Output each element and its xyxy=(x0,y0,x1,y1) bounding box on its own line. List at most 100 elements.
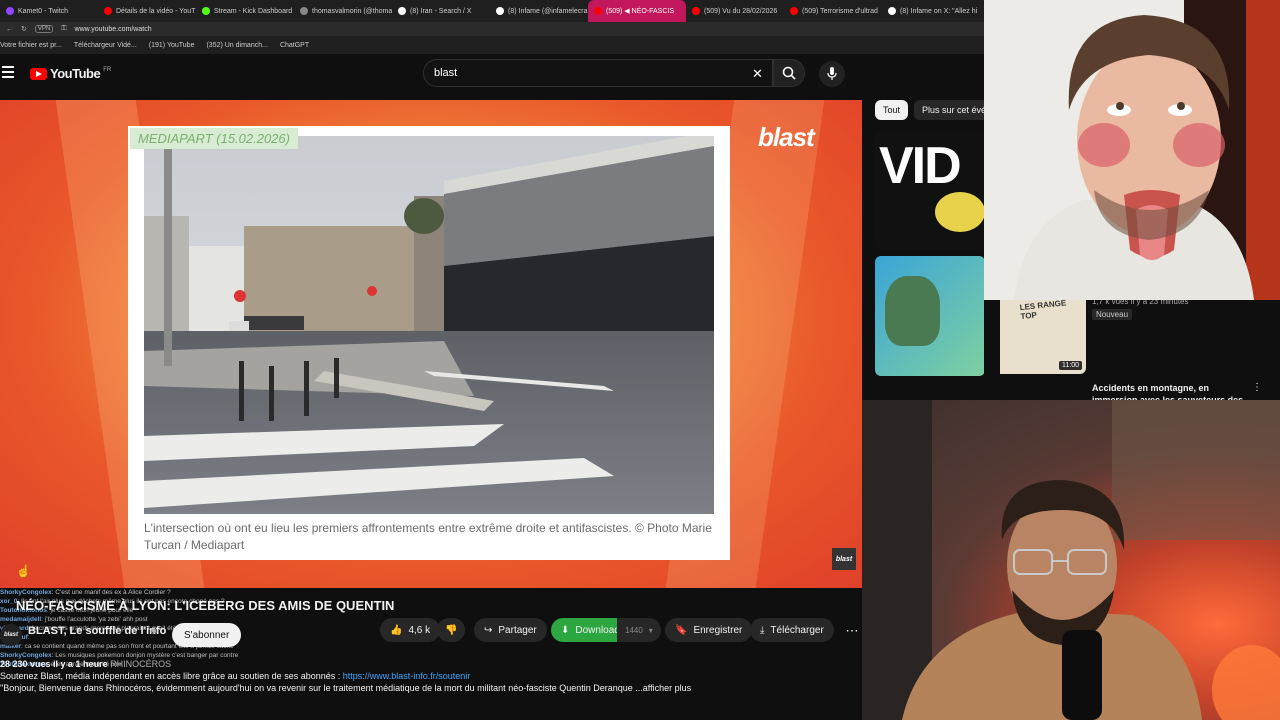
thumbnail-overlay-card: LES RANGE TOP 11:00 xyxy=(1000,296,1086,374)
youtube-logo[interactable]: YouTube FR xyxy=(30,66,111,81)
share-icon: ↪ xyxy=(484,624,493,636)
verified-icon: ◉ xyxy=(150,625,158,635)
search-icon xyxy=(782,66,796,80)
region-code: FR xyxy=(103,66,112,73)
reload-icon[interactable]: ↻ xyxy=(21,25,27,33)
download-arrow-icon: ⤓ xyxy=(760,624,765,636)
street-photo-illustration xyxy=(144,136,714,514)
bookmark-item[interactable]: Votre fichier est pr... xyxy=(0,42,62,49)
youtube-header: YouTube FR blast ✕ xyxy=(0,54,984,98)
back-icon[interactable]: ← xyxy=(6,26,13,33)
thumbs-up-icon: 👍 xyxy=(390,624,403,636)
download-video-button[interactable]: ⤓ Télécharger xyxy=(750,618,834,642)
channel-watermark[interactable]: blast xyxy=(832,548,856,570)
tab-favicon-icon xyxy=(104,7,112,15)
tab-label: (509) ◀ NÉO-FASCIS xyxy=(606,8,675,15)
dislike-button[interactable]: 👎 xyxy=(437,618,466,642)
telecharger-label: Télécharger xyxy=(770,624,824,636)
webcam-top xyxy=(984,0,1280,300)
channel-name[interactable]: BLAST, Le souffle de l'info xyxy=(28,625,166,637)
tab-favicon-icon xyxy=(692,7,700,15)
thumbnail-text: VID xyxy=(879,137,962,195)
tab-favicon-icon xyxy=(496,7,504,15)
browser-tab[interactable]: Kamet0 - Twitch xyxy=(0,0,98,22)
share-button[interactable]: ↪ Partager xyxy=(474,618,547,642)
lock-icon: ⚿ xyxy=(61,25,67,32)
browser-tab[interactable]: (509) Vu du 28/02/2026 xyxy=(686,0,784,22)
browser-address-bar[interactable]: ← ↻ VPN ⚿ www.youtube.com/watch xyxy=(0,22,984,36)
browser-tab[interactable]: (509) ◀ NÉO-FASCIS xyxy=(588,0,686,22)
recommendation-details: LES RANGE TOP 11:00 1,7 k vues il y a 23… xyxy=(1000,296,1280,405)
streamer-desk-illustration xyxy=(862,400,1280,720)
chat-username: xor_0 xyxy=(0,598,18,605)
chip-all[interactable]: Tout xyxy=(875,100,909,120)
bookmark-item[interactable]: Téléchargeur Vidé... xyxy=(74,42,137,49)
more-actions-button[interactable]: ⋯ xyxy=(841,620,863,642)
recommendation-thumbnail[interactable] xyxy=(875,256,984,376)
browser-tab-bar: Kamet0 - Twitch Détails de la vidéo - You… xyxy=(0,0,984,22)
download-icon: ⬇ xyxy=(561,624,570,636)
more-vert-icon[interactable]: ⋮ xyxy=(1252,382,1262,393)
like-count: 4,6 k xyxy=(408,624,431,636)
support-link[interactable]: https://www.blast-info.fr/soutenir xyxy=(343,671,471,681)
browser-tab[interactable]: Stream - Kick Dashboard xyxy=(196,0,294,22)
search-input[interactable]: blast xyxy=(434,67,457,79)
browser-tab[interactable]: Détails de la vidéo - YouT xyxy=(98,0,196,22)
bookmark-item[interactable]: ChatGPT xyxy=(280,42,309,49)
like-button[interactable]: 👍 4,6 k xyxy=(380,618,441,642)
save-label: Enregistrer xyxy=(693,624,743,636)
download-count-dropdown[interactable]: 1440 ▾ xyxy=(617,618,661,642)
video-description[interactable]: 28 230 vues il y a 1 heure RHINOCÉROS So… xyxy=(0,658,862,694)
close-icon[interactable]: ✕ xyxy=(752,66,763,82)
browser-tab[interactable]: (8) Infame (@infamelecra xyxy=(490,0,588,22)
thumbnail-graphic xyxy=(935,192,984,232)
bookmarks-bar: Votre fichier est pr... Téléchargeur Vidé… xyxy=(0,36,984,54)
browser-tab[interactable]: (8) Infame on X: "Allez hi xyxy=(882,0,980,22)
channel-avatar[interactable]: blast xyxy=(0,624,22,646)
chat-username: ShorkyCongolex xyxy=(0,589,52,596)
share-label: Partager xyxy=(498,624,537,636)
save-button[interactable]: 🔖 Enregistrer xyxy=(665,618,753,642)
browser-tab[interactable]: (509) Terrorisme d'ultrad xyxy=(784,0,882,22)
tab-label: Kamet0 - Twitch xyxy=(18,7,69,15)
thumbnail-label: LES RANGE TOP xyxy=(1019,298,1067,322)
browser-tab[interactable]: (8) Iran - Search / X xyxy=(392,0,490,22)
youtube-play-icon xyxy=(30,67,47,80)
tab-favicon-icon xyxy=(594,7,602,15)
mic-icon xyxy=(827,67,837,80)
description-line: "Bonjour, Bienvenue dans Rhinocéros, évi… xyxy=(0,683,692,693)
vpn-badge[interactable]: VPN xyxy=(34,25,54,33)
search-box[interactable]: blast ✕ xyxy=(423,59,773,87)
view-stats: 28 230 vues il y a 1 heure xyxy=(0,659,108,669)
support-text: Soutenez Blast, média indépendant en acc… xyxy=(0,671,343,681)
browser-tab[interactable]: thomasvalmorin (@thoma xyxy=(294,0,392,22)
url-text[interactable]: www.youtube.com/watch xyxy=(75,26,152,33)
search-button[interactable] xyxy=(773,59,805,87)
voice-search-button[interactable] xyxy=(819,61,845,87)
mouse-cursor-icon: ☝ xyxy=(16,564,31,578)
chip-related[interactable]: Plus sur cet évé xyxy=(914,100,984,120)
subscribe-button[interactable]: S'abonner xyxy=(172,623,242,647)
tab-favicon-icon xyxy=(6,7,14,15)
tab-label: Détails de la vidéo - YouT xyxy=(116,7,196,15)
bookmark-item[interactable]: (191) YouTube xyxy=(149,42,195,49)
video-info-panel: ShorkyCongolex: C'est une manif des ex à… xyxy=(0,588,862,720)
description-tags: RHINOCÉROS xyxy=(110,659,172,669)
chat-message: ShorkyCongolex: C'est une manif des ex à… xyxy=(0,589,171,596)
recommendations-sidebar: Tout Plus sur cet évé VID xyxy=(862,98,984,400)
bookmark-item[interactable]: (352) Un dimanch... xyxy=(206,42,267,49)
recommendation-thumbnail[interactable]: VID xyxy=(875,132,984,250)
tab-label: (8) Iran - Search / X xyxy=(410,7,472,15)
menu-icon[interactable] xyxy=(2,66,14,78)
chat-text: C'est une manif des ex à Alice Cordier ? xyxy=(55,589,171,596)
video-title: NÉO-FASCISME À LYON: L'ICEBERG DES AMIS … xyxy=(16,598,395,613)
tab-label: thomasvalmorin (@thoma xyxy=(312,7,392,15)
bookmark-icon: 🔖 xyxy=(675,624,688,636)
tab-label: Stream - Kick Dashboard xyxy=(214,7,293,15)
chevron-down-icon: ▾ xyxy=(648,625,653,635)
tab-favicon-icon xyxy=(398,7,406,15)
tab-favicon-icon xyxy=(790,7,798,15)
article-card: MEDIAPART (15.02.2026) L'intersection où… xyxy=(128,126,730,560)
video-player[interactable]: MEDIAPART (15.02.2026) L'intersection où… xyxy=(0,100,862,588)
tab-label: (8) Infame on X: "Allez hi xyxy=(900,7,978,15)
